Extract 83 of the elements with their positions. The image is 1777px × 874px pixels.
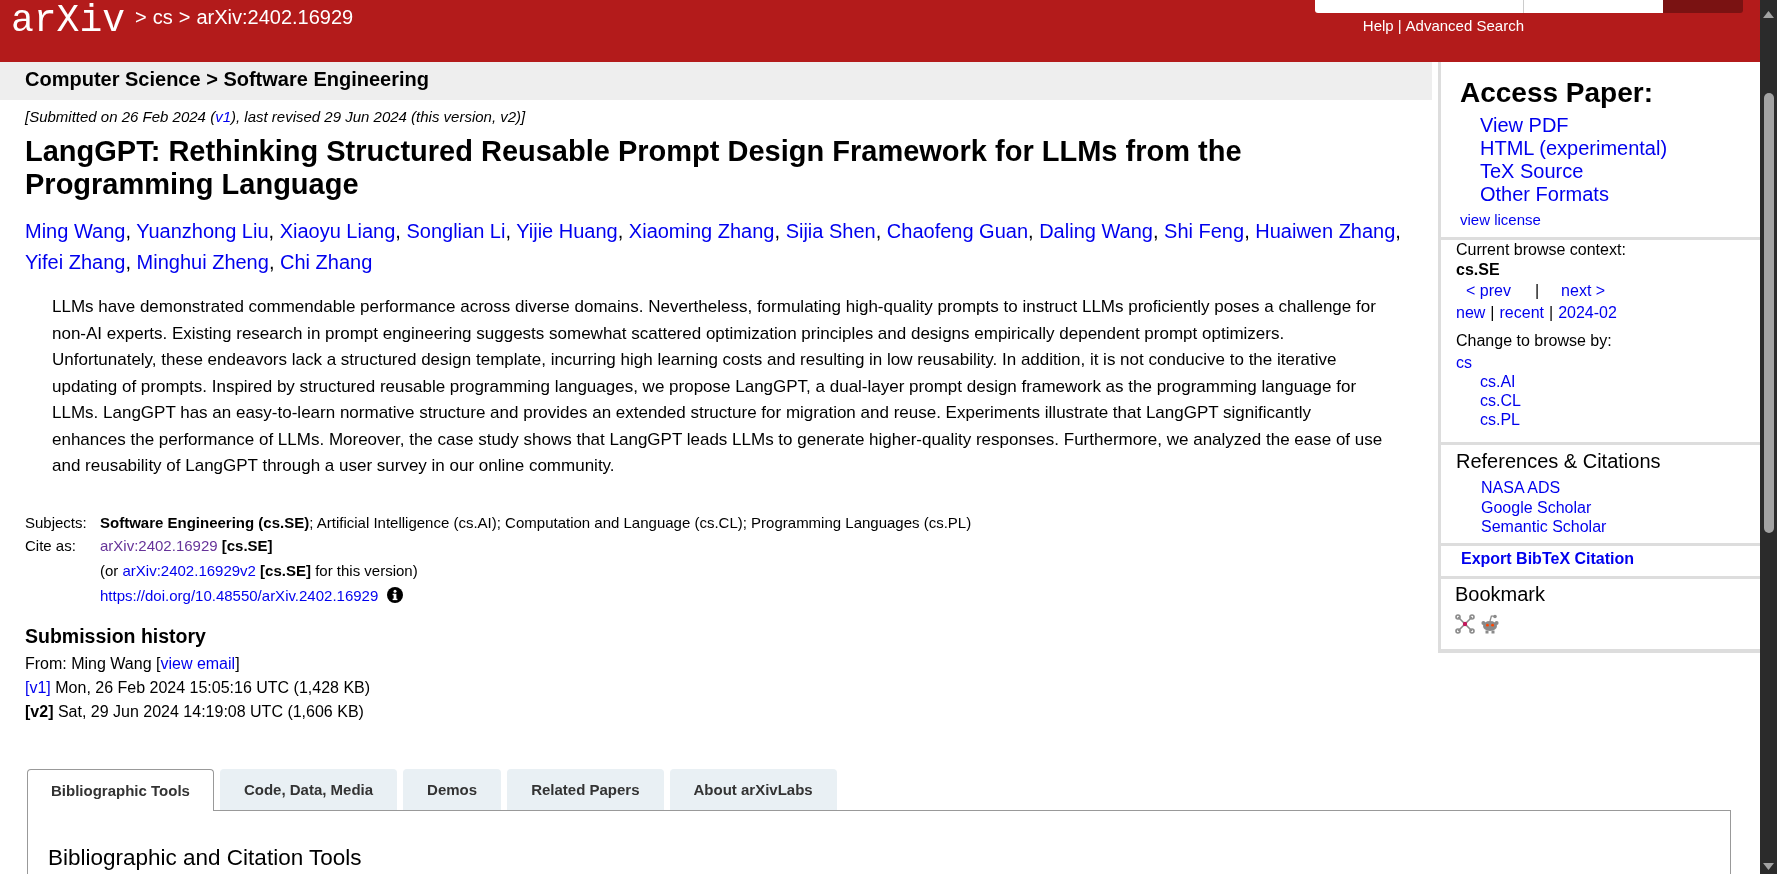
context-value: cs.SE (1456, 260, 1501, 280)
context-label: Change to browse by: (1456, 331, 1613, 351)
breadcrumb-separator: > (178, 6, 191, 29)
category-link[interactable]: cs.CL (1480, 392, 1521, 409)
author-link[interactable]: Yuanzhong Liu (136, 220, 269, 242)
breadcrumb-text: arXiv:2402.16929 (196, 6, 354, 29)
author-link[interactable]: Huaiwen Zhang (1255, 220, 1396, 242)
author-link[interactable]: Xiaoming Zhang (628, 220, 775, 242)
tab[interactable]: Bibliographic Tools (27, 768, 214, 811)
panel-heading: Bibliographic and Citation Tools (48, 844, 363, 871)
author-link[interactable]: Ming Wang (25, 220, 126, 242)
author-list: Ming Wang, Yuanzhong Liu, Xiaoyu Liang, Songlian Li, Yijie Huang, Xiaoming Zhang, Sijia Shen, Chaofeng Guan, Daling Wang, Shi Feng, Huaiwen Zhang, Yifei Zhang, Minghui Zheng, Chi Zhang (25, 216, 1414, 278)
field-label: Cite as: (25, 536, 77, 556)
category-bar: Computer Science > Software Engineering (0, 62, 1432, 100)
sidebar-heading: References & Citations (1456, 450, 1662, 472)
sidebar-heading: Bookmark (1455, 582, 1547, 605)
format-link[interactable]: Other Formats (1480, 183, 1609, 206)
citation-service-link[interactable]: Google Scholar (1481, 497, 1592, 517)
author-link[interactable]: Yifei Zhang (25, 251, 126, 273)
email-link[interactable]: view email (160, 654, 236, 672)
category-link[interactable]: cs.PL (1480, 411, 1520, 428)
next-link[interactable]: next > (1561, 280, 1606, 302)
separator-text: | (1490, 303, 1495, 323)
version-link[interactable]: [v1] (25, 678, 51, 696)
version-entry: [v2] Sat, 29 Jun 2024 14:19:08 UTC (1,606 KB) (25, 701, 365, 722)
submission-note: [Submitted on 26 Feb 2024 (v1), last revised 29 Jun 2024 (this version, v2)] (25, 108, 527, 126)
tab[interactable]: Related Papers (507, 768, 664, 810)
author-link[interactable]: Shi Feng (1164, 220, 1245, 242)
author-link[interactable]: Chaofeng Guan (886, 220, 1029, 242)
separator-text: | (1534, 281, 1540, 301)
field-label: Subjects: (25, 512, 88, 533)
sender-line: From: Ming Wang [view email] (25, 653, 241, 674)
separator-text: | (1397, 17, 1402, 35)
scroll-down-icon[interactable] (1763, 863, 1774, 870)
breadcrumb-link[interactable]: cs (152, 6, 173, 29)
browse-link[interactable]: recent (1499, 302, 1544, 324)
scrollbar-track[interactable] (1760, 0, 1777, 874)
format-link[interactable]: View PDF (1480, 114, 1569, 137)
info-icon[interactable] (387, 586, 404, 603)
browse-link[interactable]: new (1456, 302, 1486, 324)
citation-service-link[interactable]: Semantic Scholar (1481, 517, 1607, 537)
prev-link[interactable]: < prev (1466, 280, 1511, 302)
author-link[interactable]: Songlian Li (406, 220, 506, 242)
breadcrumb-separator: > (135, 6, 147, 29)
site-logo[interactable]: arXiv (11, 0, 126, 42)
paper-title: LangGPT: Rethinking Structured Reusable Prompt Design Framework for LLMs from the Programming Language (25, 135, 1243, 201)
tab[interactable]: Code, Data, Media (219, 768, 398, 810)
abstract-text: LLMs have demonstrated commendable performance across diverse domains. Nevertheless, formulating high-quality prompts to instruct LLMs proficiently poses a challenge for non-AI experts. Existing research in prompt engineering suggests somewhat scattered optimization principles and designs empirically dependent prompt optimizers. Unfortunately, these endeavors lack a structured design template, incurring high learning costs and resulting in low reusability. In addition, it is not conducive to the iterative updating of prompts. Inspired by structured reusable programming languages, we propose LangGPT, a dual-layer prompt design framework as the programming language for LLMs. LangGPT has an easy-to-learn normative structure and provides an extended structure for migration and reuse. Experiments illustrate that LangGPT significantly enhances the performance of LLMs. Moreover, the case study shows that LangGPT leads LLMs to generate higher-quality responses. Furthermore, we analyzed the ease of use and reusability of LangGPT through a user survey in our online community. (52, 296, 1384, 477)
citation-link[interactable]: arXiv:2402.16929v2 (122, 561, 256, 579)
section-heading: Submission history (25, 624, 207, 647)
header-link[interactable]: Help (1362, 17, 1394, 35)
scrollbar-thumb[interactable] (1763, 93, 1774, 533)
tab[interactable]: Demos (403, 768, 502, 810)
browse-link[interactable]: 2024-02 (1558, 302, 1617, 324)
version-link[interactable]: v1 (215, 108, 231, 125)
sidebar-heading: Access Paper: (1460, 78, 1654, 108)
version-entry: [v1] Mon, 26 Feb 2024 15:05:16 UTC (1,428 KB) (25, 677, 372, 698)
context-label: Current browse context: (1456, 240, 1627, 260)
tab[interactable]: About arXivLabs (669, 768, 837, 810)
citation-line: (or arXiv:2402.16929v2 [cs.SE] for this version) (100, 560, 418, 581)
license-link[interactable]: view license (1460, 211, 1541, 229)
export-link[interactable]: Export BibTeX Citation (1461, 549, 1635, 567)
network-icon[interactable] (1455, 613, 1475, 634)
format-link[interactable]: HTML (experimental) (1480, 137, 1668, 160)
header-link[interactable]: Advanced Search (1405, 17, 1524, 35)
alien-head-icon[interactable] (1480, 613, 1500, 634)
citation-service-link[interactable]: NASA ADS (1481, 478, 1561, 498)
author-link[interactable]: Yijie Huang (516, 220, 618, 242)
author-link[interactable]: Chi Zhang (280, 251, 373, 273)
citation-line: arXiv:2402.16929 [cs.SE] (100, 536, 274, 556)
author-link[interactable]: Daling Wang (1039, 220, 1153, 242)
citation-link[interactable]: https://doi.org/10.48550/arXiv.2402.16929 (100, 586, 379, 604)
category-link[interactable]: cs.AI (1480, 373, 1516, 390)
category-link[interactable]: cs (1456, 354, 1472, 371)
citation-link[interactable]: arXiv:2402.16929 (100, 537, 218, 554)
author-link[interactable]: Sijia Shen (785, 220, 876, 242)
subjects-text: Software Engineering (cs.SE); Artificial Intelligence (cs.AI); Computation and Language (cs.CL); Programming Languages (cs.PL) (100, 512, 972, 533)
author-link[interactable]: Xiaoyu Liang (279, 220, 396, 242)
scroll-up-icon[interactable] (1763, 11, 1774, 18)
separator-text: | (1549, 303, 1554, 323)
search-field[interactable] (1315, 0, 1524, 13)
format-link[interactable]: TeX Source (1480, 160, 1584, 183)
author-link[interactable]: Minghui Zheng (136, 251, 269, 273)
